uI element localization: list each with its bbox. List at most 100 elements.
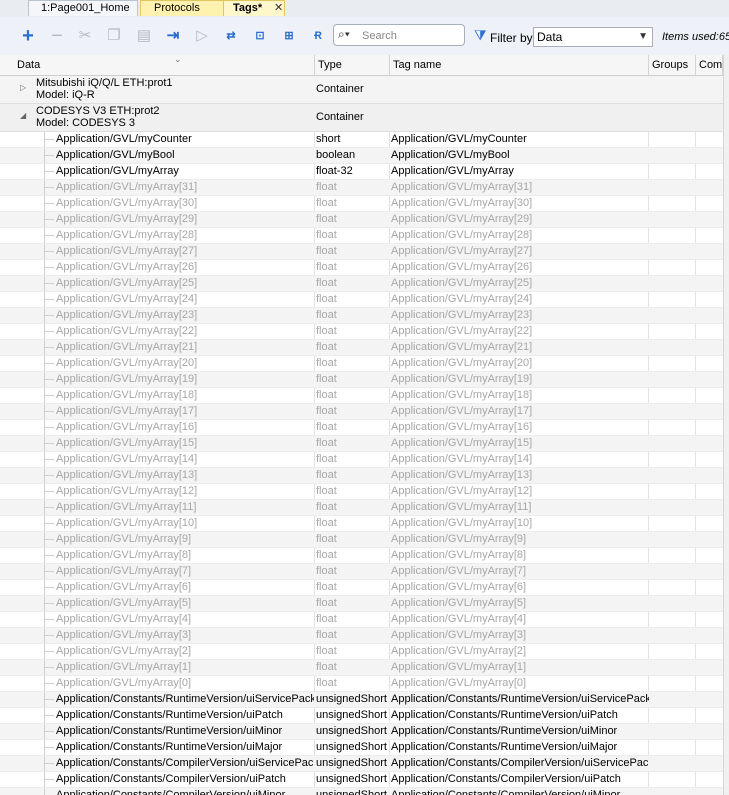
table-row[interactable]: Application/GVL/myArray[28] float Applicat…: [0, 228, 723, 244]
search-box[interactable]: ⌕▾: [333, 24, 465, 46]
import-icon[interactable]: ⇥: [162, 26, 184, 46]
table-row[interactable]: Application/GVL/myArray[17] float Applicat…: [0, 404, 723, 420]
column-header-data[interactable]: ⌄ Data: [14, 55, 315, 75]
column-header-type[interactable]: Type: [315, 55, 390, 75]
expand-arrow-icon[interactable]: ▷: [20, 83, 26, 92]
cell-data: Application/GVL/myArray[31]: [56, 181, 198, 193]
table-row[interactable]: Application/GVL/myArray[9] float Applicati…: [0, 532, 723, 548]
table-row[interactable]: Application/Constants/RuntimeVersion/uiM…: [0, 724, 723, 740]
table-row[interactable]: Application/GVL/myArray[19] float Applicat…: [0, 372, 723, 388]
table-row[interactable]: Application/GVL/myArray[3] float Applicati…: [0, 628, 723, 644]
cell-type: float: [316, 229, 337, 241]
cell-type: short: [316, 133, 341, 145]
table-row[interactable]: Application/GVL/myArray[31] float Applicat…: [0, 180, 723, 196]
table-row[interactable]: Application/GVL/myArray[0] float Applicati…: [0, 676, 723, 692]
table-row[interactable]: Application/Constants/CompilerVersion/ui…: [0, 788, 723, 795]
convert-icon[interactable]: ⇄: [220, 26, 242, 46]
table-row[interactable]: Application/GVL/myArray[24] float Applicat…: [0, 292, 723, 308]
table-row[interactable]: Application/GVL/myArray[25] float Applicat…: [0, 276, 723, 292]
close-icon[interactable]: ✕: [274, 1, 283, 16]
table-row[interactable]: Application/GVL/myArray[10] float Applicat…: [0, 516, 723, 532]
tree-connector: [44, 580, 55, 595]
table-row[interactable]: Application/GVL/myArray[21] float Applicat…: [0, 340, 723, 356]
table-row[interactable]: Application/GVL/myArray[12] float Applicat…: [0, 484, 723, 500]
tree-connector: [44, 532, 55, 547]
column-header-label: Data: [17, 59, 41, 71]
scissors-icon[interactable]: ✂: [74, 26, 96, 46]
table-row[interactable]: Application/GVL/myArray[2] float Applicati…: [0, 644, 723, 660]
tab-label: Protocols: [154, 2, 200, 14]
table-row[interactable]: Application/Constants/RuntimeVersion/uiP…: [0, 708, 723, 724]
cell-tag-name: Application/GVL/myCounter: [391, 133, 527, 145]
export-icon[interactable]: ▷: [191, 26, 213, 46]
cell-tag-name: Application/GVL/myArray[10]: [391, 517, 533, 529]
table-row[interactable]: Application/Constants/RuntimeVersion/uiM…: [0, 740, 723, 756]
table-row[interactable]: Application/GVL/myArray[23] float Applicat…: [0, 308, 723, 324]
plus-icon[interactable]: +: [17, 26, 39, 46]
tab-tags[interactable]: Tags* ✕: [223, 0, 285, 16]
tree-connector: [44, 484, 55, 499]
paste-icon[interactable]: ▤: [133, 26, 155, 46]
table-row[interactable]: Application/GVL/myArray[30] float Applicat…: [0, 196, 723, 212]
tab-strip: 1:Page001_Home Protocols Tags* ✕: [0, 0, 729, 18]
hierarchy-icon[interactable]: ⊞: [278, 26, 300, 46]
filter-select-value: Data: [537, 30, 563, 44]
cell-data: Application/GVL/myArray[29]: [56, 213, 198, 225]
column-header-tag-name[interactable]: Tag name: [390, 55, 649, 75]
cell-tag-name: Application/GVL/myArray[12]: [391, 485, 533, 497]
table-row[interactable]: Application/GVL/myArray[8] float Applicati…: [0, 548, 723, 564]
table-row[interactable]: Application/GVL/myArray[26] float Applicat…: [0, 260, 723, 276]
column-header-comment[interactable]: Comment: [696, 55, 723, 75]
table-row[interactable]: Application/GVL/myArray float-32 Applicati…: [0, 164, 723, 180]
table-row[interactable]: Application/GVL/myArray[4] float Applicati…: [0, 612, 723, 628]
collapse-arrow-icon[interactable]: ◢: [20, 111, 26, 120]
cell-data: Application/Constants/CompilerVersion/ui…: [56, 773, 286, 785]
cell-tag-name: Application/GVL/myArray[5]: [391, 597, 527, 609]
cell-tag-name: Application/GVL/myArray[1]: [391, 661, 527, 673]
cell-data: Application/GVL/myArray[12]: [56, 485, 198, 497]
table-row[interactable]: Application/Constants/CompilerVersion/ui…: [0, 772, 723, 788]
table-row[interactable]: Application/GVL/myArray[27] float Applicat…: [0, 244, 723, 260]
table-row[interactable]: Application/GVL/myArray[29] float Applicat…: [0, 212, 723, 228]
table-row[interactable]: Application/GVL/myArray[1] float Applicati…: [0, 660, 723, 676]
table-row[interactable]: Application/GVL/myArray[20] float Applicat…: [0, 356, 723, 372]
copy-icon[interactable]: ❐: [103, 26, 125, 46]
cell-type: float: [316, 437, 337, 449]
rename-icon[interactable]: Ɍ: [307, 26, 329, 46]
table-row[interactable]: Application/GVL/myArray[13] float Applicat…: [0, 468, 723, 484]
tree-connector: [44, 596, 55, 611]
container-row[interactable]: ◢ CODESYS V3 ETH:prot2 Model: CODESYS 3 …: [0, 104, 723, 132]
cell-type: float: [316, 261, 337, 273]
table-row[interactable]: Application/GVL/myArray[15] float Applicat…: [0, 436, 723, 452]
tree-connector: [44, 388, 55, 403]
minus-icon[interactable]: −: [46, 26, 68, 46]
cell-tag-name: Application/GVL/myArray[16]: [391, 421, 533, 433]
tree-connector: [44, 468, 55, 483]
table-row[interactable]: Application/GVL/myArray[18] float Applicat…: [0, 388, 723, 404]
table-row[interactable]: Application/GVL/myArray[22] float Applicat…: [0, 324, 723, 340]
search-input[interactable]: [360, 28, 464, 44]
container-row[interactable]: ▷ Mitsubishi iQ/Q/L ETH:prot1 Model: iQ-…: [0, 76, 723, 104]
table-row[interactable]: Application/GVL/myArray[14] float Applicat…: [0, 452, 723, 468]
filter-select[interactable]: Data ▼: [533, 27, 653, 47]
column-header-groups[interactable]: Groups: [649, 55, 696, 75]
table-row[interactable]: Application/GVL/myBool boolean Application…: [0, 148, 723, 164]
tab-page001-home[interactable]: 1:Page001_Home: [28, 0, 138, 16]
link-icon[interactable]: ⊡: [249, 26, 271, 46]
vertical-scrollbar[interactable]: [723, 55, 729, 795]
column-header-label: Tag name: [393, 59, 442, 71]
cell-tag-name: Application/GVL/myArray[26]: [391, 261, 533, 273]
table-row[interactable]: Application/Constants/RuntimeVersion/uiS…: [0, 692, 723, 708]
tree-connector: [44, 660, 55, 675]
table-row[interactable]: Application/GVL/myArray[7] float Applicati…: [0, 564, 723, 580]
table-row[interactable]: Application/Constants/CompilerVersion/ui…: [0, 756, 723, 772]
cell-tag-name: Application/Constants/RuntimeVersion/uiM…: [391, 725, 618, 737]
table-row[interactable]: Application/GVL/myArray[16] float Applicat…: [0, 420, 723, 436]
tree-connector: [44, 276, 55, 291]
table-row[interactable]: Application/GVL/myArray[6] float Applicati…: [0, 580, 723, 596]
table-row[interactable]: Application/GVL/myArray[11] float Applicat…: [0, 500, 723, 516]
items-used: Items used:65: [662, 31, 729, 43]
tree-connector: [44, 420, 55, 435]
table-row[interactable]: Application/GVL/myCounter short Applicatio…: [0, 132, 723, 148]
table-row[interactable]: Application/GVL/myArray[5] float Applicati…: [0, 596, 723, 612]
